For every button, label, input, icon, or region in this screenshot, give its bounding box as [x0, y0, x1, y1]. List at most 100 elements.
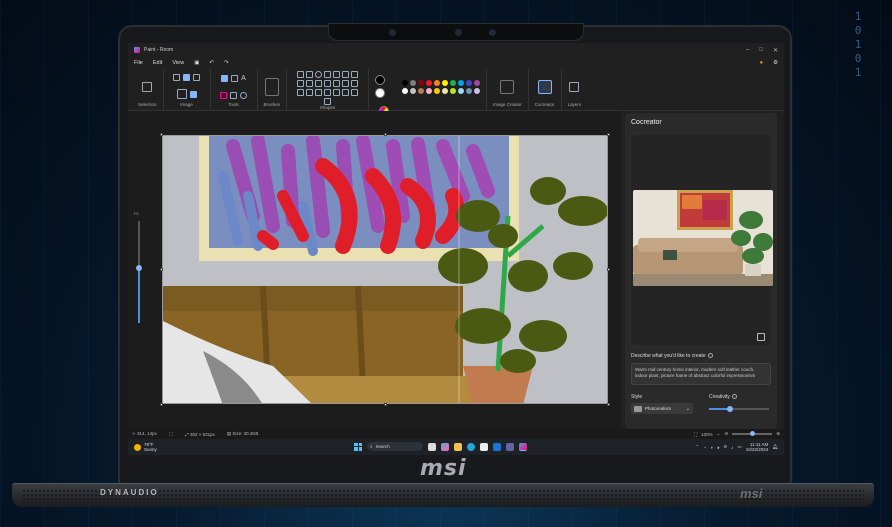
info-icon[interactable]: [707, 353, 713, 359]
oval-shape-icon[interactable]: [315, 71, 323, 78]
rotate-icon[interactable]: [193, 73, 201, 81]
color-swatch[interactable]: [474, 87, 481, 94]
color-swatch[interactable]: [442, 87, 449, 94]
color-swatch[interactable]: [434, 87, 441, 94]
brush-icon[interactable]: [264, 77, 279, 96]
star-six-shape-icon[interactable]: [315, 89, 323, 96]
battery-icon[interactable]: ▭: [737, 444, 741, 450]
redo-icon[interactable]: ↷: [224, 60, 229, 66]
resize-handle[interactable]: [160, 268, 163, 271]
color-swatch[interactable]: [426, 79, 433, 86]
zoom-out-icon[interactable]: ⊖: [724, 431, 728, 437]
vertical-zoom-slider[interactable]: Fit: [134, 209, 144, 329]
arrow-down-shape-icon[interactable]: [297, 89, 305, 96]
resize-handle[interactable]: [160, 403, 163, 406]
color-swatch[interactable]: [402, 79, 409, 86]
color-swatch[interactable]: [418, 79, 425, 86]
pencil-icon[interactable]: [221, 74, 229, 82]
text-tool-icon[interactable]: A: [241, 75, 246, 82]
color-swatch[interactable]: [466, 79, 473, 86]
edge-icon[interactable]: [467, 442, 475, 451]
arrow-left-shape-icon[interactable]: [342, 80, 350, 87]
eraser-icon[interactable]: [220, 91, 228, 99]
shape-fill-icon[interactable]: [324, 98, 332, 105]
resize-handle[interactable]: [384, 403, 387, 406]
image-creator-icon[interactable]: [500, 79, 515, 94]
color-swatch[interactable]: [418, 87, 425, 94]
zoom-level[interactable]: 100%: [701, 432, 713, 437]
select-tool-icon[interactable]: [142, 81, 153, 92]
arrow-right-shape-icon[interactable]: [333, 80, 341, 87]
crop-icon[interactable]: [173, 73, 181, 81]
chevron-up-icon[interactable]: ⌃: [696, 444, 700, 450]
zoom-in-icon[interactable]: ⊕: [776, 431, 780, 437]
account-icon[interactable]: ●: [760, 60, 763, 66]
color-swatch[interactable]: [450, 79, 457, 86]
horizontal-zoom-slider[interactable]: [732, 431, 773, 436]
primary-color-icon[interactable]: [375, 75, 386, 85]
color-swatch[interactable]: [442, 79, 449, 86]
tray-app-icon[interactable]: ◑: [710, 445, 713, 450]
wifi-icon[interactable]: ≋: [723, 444, 727, 450]
fill-bucket-icon[interactable]: [231, 74, 239, 82]
color-swatch[interactable]: [426, 87, 433, 94]
windows-start-icon[interactable]: [354, 442, 362, 451]
pentagon-shape-icon[interactable]: [315, 80, 323, 87]
minimize-icon[interactable]: –: [746, 47, 749, 54]
lightning-shape-icon[interactable]: [342, 89, 350, 96]
prompt-input[interactable]: Warm mid century home interior, modern s…: [631, 363, 771, 385]
secondary-color-icon[interactable]: [375, 88, 386, 98]
background-removal-icon[interactable]: [176, 89, 187, 100]
chevron-down-icon[interactable]: ⌄: [717, 431, 721, 437]
color-swatch[interactable]: [450, 87, 457, 94]
layers-icon[interactable]: [569, 81, 580, 92]
menu-view[interactable]: View: [172, 60, 184, 66]
generated-image[interactable]: [633, 190, 773, 286]
right-triangle-shape-icon[interactable]: [297, 80, 305, 87]
flip-icon[interactable]: [189, 90, 197, 98]
line-shape-icon[interactable]: [297, 71, 305, 78]
resize-icon[interactable]: [183, 73, 191, 81]
color-picker-icon[interactable]: [230, 91, 238, 99]
weather-widget[interactable]: 78°F Sunny: [134, 442, 157, 452]
paint-canvas[interactable]: [162, 135, 608, 404]
diamond-shape-icon[interactable]: [306, 80, 314, 87]
info-icon[interactable]: [731, 394, 737, 400]
curve-shape-icon[interactable]: [306, 71, 314, 78]
heart-shape-icon[interactable]: [333, 89, 341, 96]
rectangle-shape-icon[interactable]: [324, 71, 332, 78]
task-view-icon[interactable]: [428, 442, 436, 451]
taskbar-search[interactable]: ⌕ Search: [367, 442, 423, 451]
resize-handle[interactable]: [607, 268, 610, 271]
shape-outline-icon[interactable]: [351, 89, 359, 96]
color-swatch[interactable]: [410, 87, 417, 94]
paint-taskbar-icon[interactable]: [519, 442, 527, 451]
maximize-icon[interactable]: □: [759, 47, 763, 54]
creativity-thumb[interactable]: [727, 406, 733, 412]
settings-gear-icon[interactable]: ⚙: [773, 60, 778, 66]
color-swatch[interactable]: [466, 87, 473, 94]
fit-icon[interactable]: ⛶: [694, 432, 697, 437]
file-explorer-icon[interactable]: [454, 442, 462, 451]
hexagon-shape-icon[interactable]: [324, 80, 332, 87]
store-icon[interactable]: [480, 442, 488, 451]
color-swatch[interactable]: [410, 79, 417, 86]
arrow-up-shape-icon[interactable]: [351, 80, 359, 87]
polygon-shape-icon[interactable]: [342, 71, 350, 78]
notification-bell-icon[interactable]: 🔔︎: [772, 444, 778, 450]
copilot-icon[interactable]: [441, 442, 449, 451]
color-swatch[interactable]: [458, 79, 465, 86]
rounded-rectangle-shape-icon[interactable]: [333, 71, 341, 78]
color-swatch[interactable]: [434, 79, 441, 86]
tray-app-icon[interactable]: ◕: [717, 445, 720, 450]
resize-handle[interactable]: [384, 133, 387, 136]
save-icon[interactable]: ▣: [194, 60, 199, 66]
color-swatch[interactable]: [474, 79, 481, 86]
close-icon[interactable]: ✕: [773, 47, 778, 54]
style-dropdown[interactable]: Photorealism ⌄: [631, 403, 693, 414]
triangle-shape-icon[interactable]: [351, 71, 359, 78]
cocreator-icon[interactable]: [537, 79, 552, 94]
star-shape-icon[interactable]: [306, 89, 314, 96]
clock[interactable]: 11:11 AM 10/22/2024: [746, 442, 769, 452]
menu-file[interactable]: File: [134, 60, 143, 66]
